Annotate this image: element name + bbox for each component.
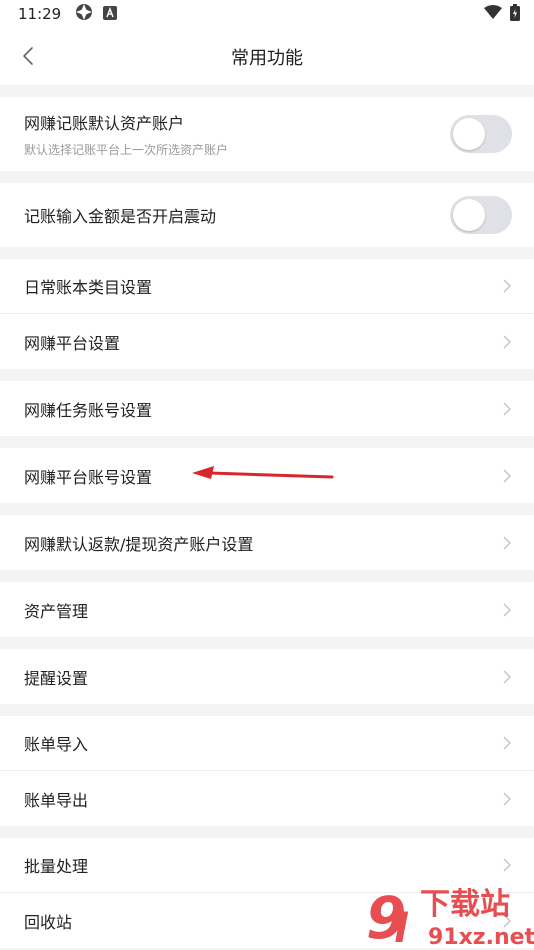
chevron-right-icon (503, 279, 511, 293)
row-label: 账单导出 (24, 790, 89, 810)
settings-row-asset-management[interactable]: 资产管理 (0, 582, 534, 637)
chevron-right-icon (503, 536, 511, 549)
watermark-brand: 下载站 (420, 887, 510, 922)
chevron-left-icon (23, 47, 33, 65)
toggle-knob (453, 199, 485, 231)
row-label: 网赚记账默认资产账户 (24, 114, 185, 133)
row-label: 账单导入 (24, 735, 89, 754)
settings-row-daily-ledger-category[interactable]: 日常账本类目设置 (0, 259, 534, 314)
row-subtitle: 默认选择记账平台上一次所选资产账户 (24, 143, 229, 157)
row-label: 提醒设置 (24, 668, 89, 688)
annotation-arrow-icon (192, 466, 334, 479)
settings-row-default-asset-account: 网赚记账默认资产账户 默认选择记账平台上一次所选资产账户 (0, 97, 534, 171)
settings-group: 网赚默认返款/提现资产账户设置 (0, 515, 534, 570)
svg-text:l: l (394, 906, 409, 950)
chevron-right-icon (503, 469, 511, 482)
row-label: 网赚平台设置 (24, 333, 121, 353)
back-button[interactable] (14, 42, 42, 70)
chevron-right-icon (503, 335, 511, 348)
chevron-right-icon (503, 736, 511, 750)
status-time: 11:29 (18, 5, 62, 23)
settings-row-task-account[interactable]: 网赚任务账号设置 (0, 381, 534, 436)
watermark-logo: 9 l 下载站 91xz.net (366, 884, 534, 950)
row-label: 资产管理 (24, 601, 89, 621)
page-title: 常用功能 (231, 47, 303, 69)
settings-group: 日常账本类目设置 网赚平台设置 (0, 259, 534, 369)
chevron-right-icon (503, 858, 511, 872)
settings-group: 提醒设置 (0, 649, 534, 704)
settings-group: 资产管理 (0, 582, 534, 637)
chevron-right-icon (503, 402, 511, 415)
battery-icon (510, 4, 520, 25)
toggle-knob (453, 118, 485, 150)
chevron-right-icon (503, 670, 511, 683)
settings-row-default-refund-account[interactable]: 网赚默认返款/提现资产账户设置 (0, 515, 534, 570)
row-label: 日常账本类目设置 (24, 278, 153, 297)
row-label: 回收站 (24, 912, 73, 932)
settings-group: 账单导入 账单导出 (0, 716, 534, 826)
settings-group: 网赚记账默认资产账户 默认选择记账平台上一次所选资产账户 (0, 97, 534, 171)
amount-vibration-toggle[interactable] (450, 196, 512, 234)
notification-a-icon (103, 5, 118, 24)
row-label: 网赚默认返款/提现资产账户设置 (24, 534, 254, 554)
settings-row-bill-import[interactable]: 账单导入 (0, 716, 534, 771)
settings-group: 记账输入金额是否开启震动 (0, 183, 534, 247)
settings-group: 网赚任务账号设置 (0, 381, 534, 436)
settings-row-amount-vibration: 记账输入金额是否开启震动 (0, 183, 534, 247)
default-asset-account-toggle[interactable] (450, 115, 512, 153)
row-label: 网赚任务账号设置 (24, 400, 153, 420)
chevron-right-icon (503, 603, 511, 616)
settings-row-platform[interactable]: 网赚平台设置 (0, 314, 534, 369)
wifi-icon (484, 5, 502, 24)
nav-bar: 常用功能 (0, 28, 534, 85)
chevron-right-icon (503, 792, 511, 805)
settings-row-bill-export[interactable]: 账单导出 (0, 771, 534, 826)
row-label: 网赚平台账号设置 (24, 467, 153, 487)
row-label: 记账输入金额是否开启震动 (24, 207, 217, 226)
location-icon (75, 3, 93, 25)
settings-row-reminder[interactable]: 提醒设置 (0, 649, 534, 704)
status-bar: 11:29 (0, 0, 534, 28)
row-label: 批量处理 (24, 857, 89, 876)
watermark-domain: 91xz.net (428, 925, 534, 950)
